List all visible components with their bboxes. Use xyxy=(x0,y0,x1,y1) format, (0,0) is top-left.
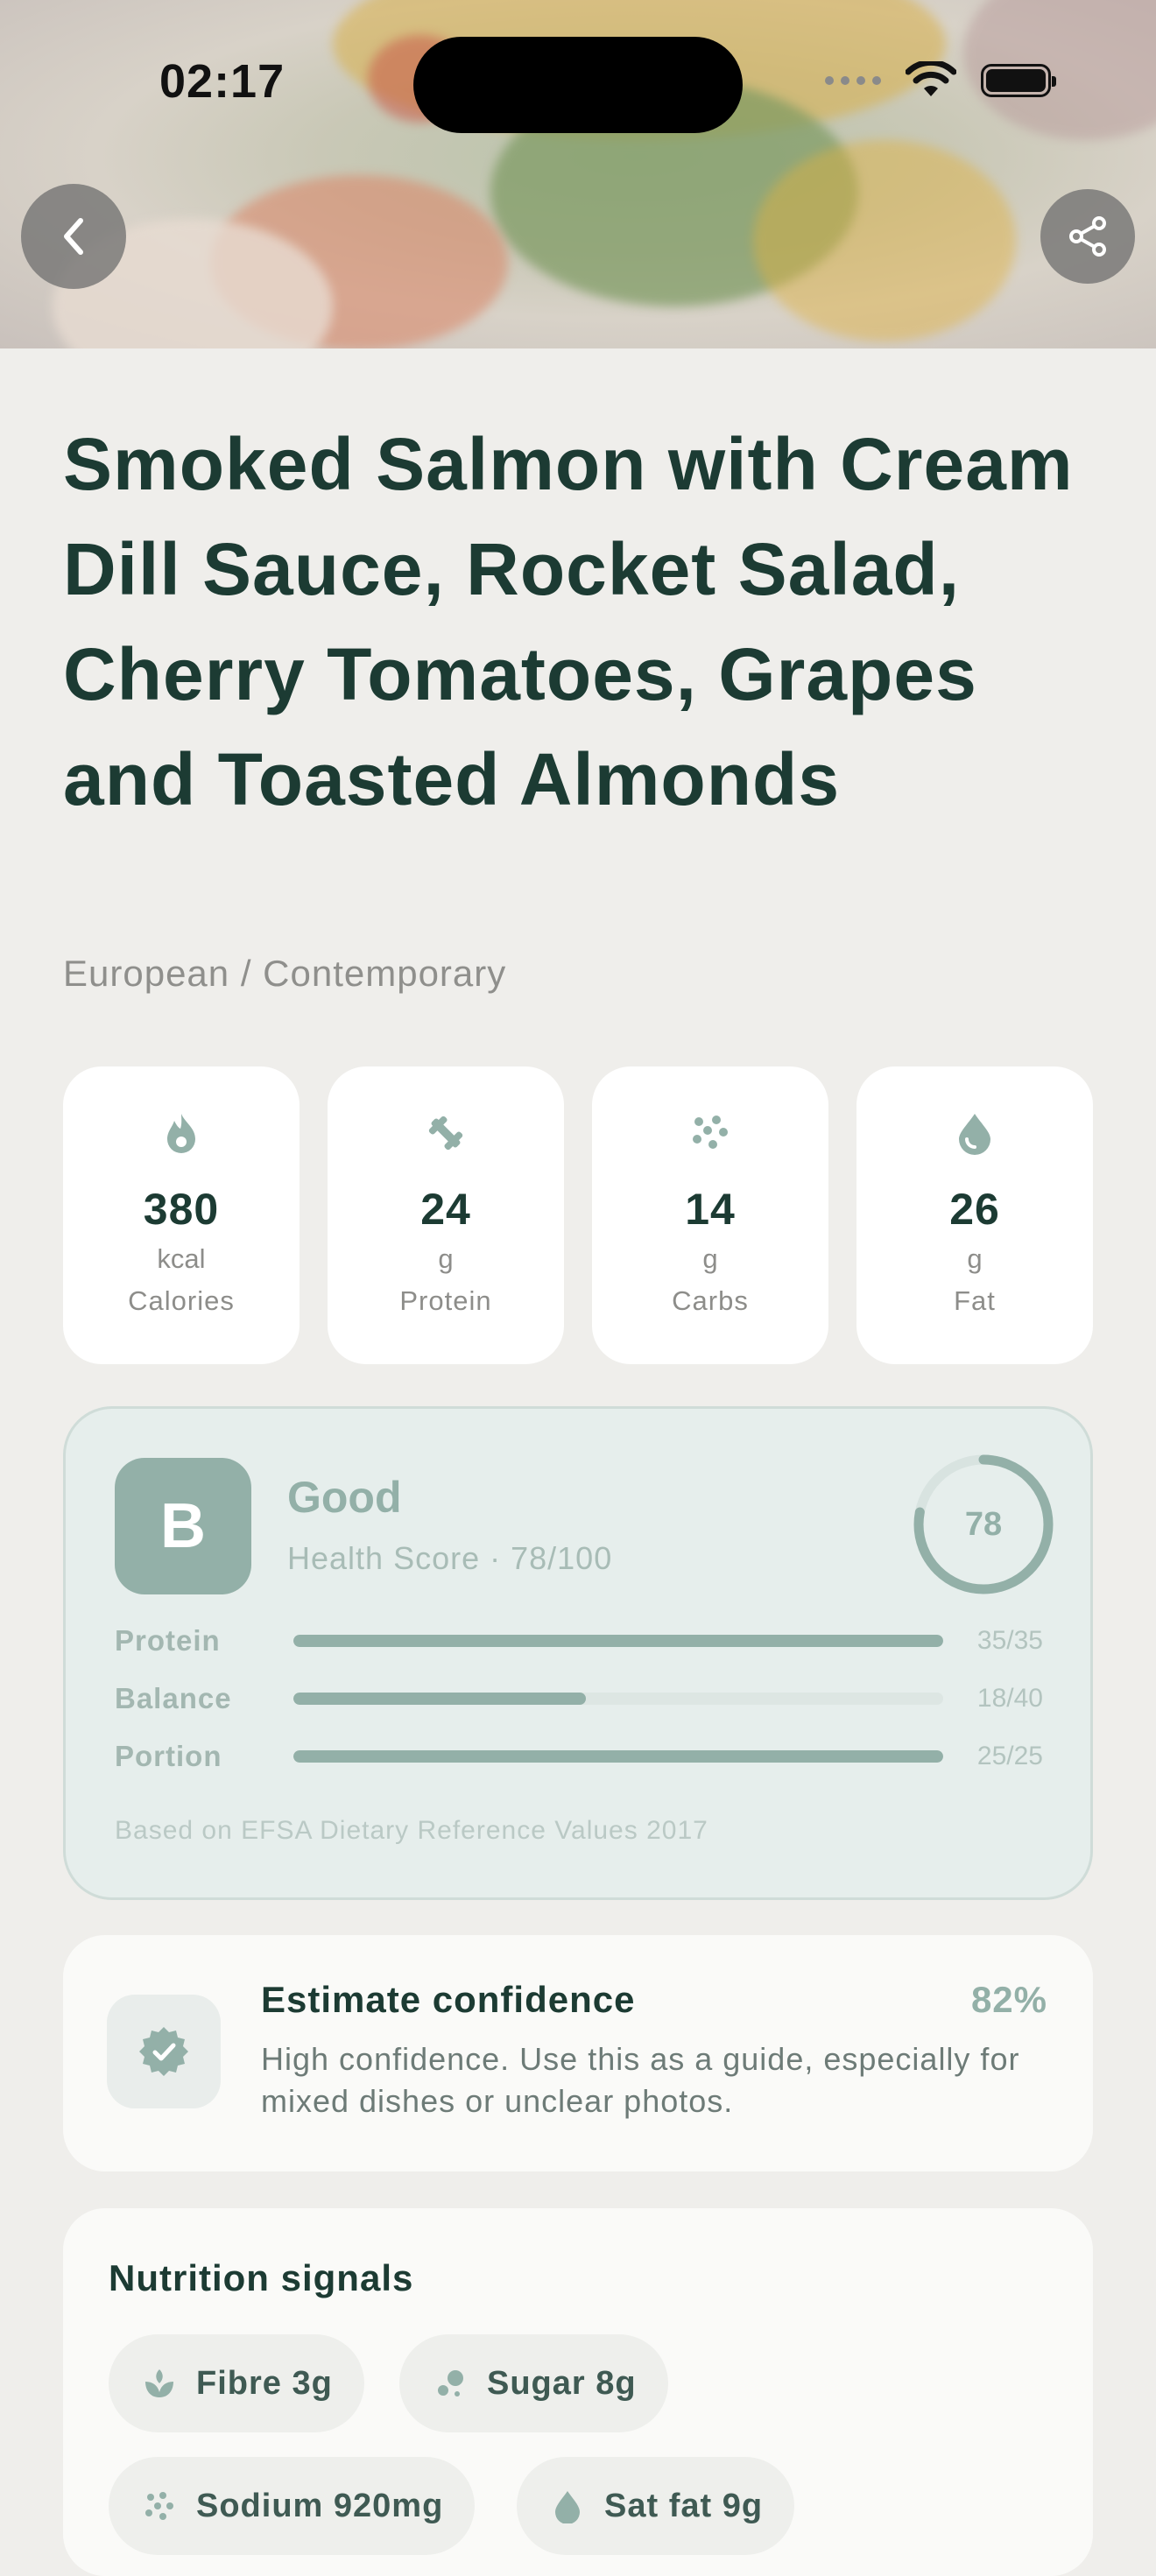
macro-cards: 380 kcal Calories 24 g Protein 14 g Carb… xyxy=(63,1066,1093,1364)
macro-card-carbs: 14 g Carbs xyxy=(592,1066,828,1364)
signals-title: Nutrition signals xyxy=(109,2257,414,2298)
wifi-icon xyxy=(906,61,956,96)
leaf-icon xyxy=(145,2369,173,2397)
fat-value: 26 xyxy=(949,1185,1000,1234)
bar-fill xyxy=(293,1693,586,1705)
nutrition-signals-card: Nutrition signals Fibre 3g Sugar 8g Sodi… xyxy=(63,2208,1093,2576)
calories-label: Calories xyxy=(128,1285,235,1316)
protein-label: Protein xyxy=(399,1285,492,1316)
status-icons xyxy=(825,61,1056,100)
calories-value: 380 xyxy=(143,1185,220,1234)
cuisine-label: European / Contemporary xyxy=(63,953,507,994)
carbs-unit: g xyxy=(702,1243,718,1274)
bar-value: 25/25 xyxy=(976,1742,1043,1770)
sugar-icon xyxy=(438,2370,463,2397)
carbs-label: Carbs xyxy=(672,1285,749,1316)
score-ring-value: 78 xyxy=(964,1505,1003,1543)
flame-icon xyxy=(160,1112,202,1154)
signal-label: Fibre 3g xyxy=(196,2364,333,2402)
grain-icon xyxy=(689,1112,731,1154)
bar-label: Portion xyxy=(115,1740,222,1772)
battery-icon xyxy=(981,64,1056,97)
signal-label: Sat fat 9g xyxy=(604,2487,764,2524)
confidence-description: High confidence. Use this as a guide, es… xyxy=(261,2041,1020,2119)
signal-pill-sodium[interactable]: Sodium 920mg xyxy=(109,2457,476,2555)
bar-track xyxy=(293,1635,943,1647)
score-source-note: Based on EFSA Dietary Reference Values 2… xyxy=(115,1816,708,1845)
macro-card-fat: 26 g Fat xyxy=(856,1066,1093,1364)
bar-track xyxy=(293,1693,943,1705)
bar-value: 18/40 xyxy=(976,1684,1043,1713)
confidence-title: Estimate confidence xyxy=(261,1979,636,2020)
bar-label: Balance xyxy=(115,1682,232,1714)
bar-track xyxy=(293,1750,943,1763)
confidence-card: Estimate confidence 82% High confidence.… xyxy=(63,1935,1093,2171)
signal-pill-sugar[interactable]: Sugar 8g xyxy=(399,2334,668,2432)
score-bar-portion: Portion 25/25 xyxy=(115,1735,1043,1778)
macro-card-protein: 24 g Protein xyxy=(328,1066,564,1364)
meal-title: Smoked Salmon with Cream Dill Sauce, Roc… xyxy=(63,423,1074,820)
fat-label: Fat xyxy=(954,1285,996,1316)
droplet-icon xyxy=(954,1112,996,1155)
bar-fill xyxy=(293,1635,943,1647)
protein-unit: g xyxy=(438,1243,454,1274)
bar-label: Protein xyxy=(115,1624,221,1657)
share-icon xyxy=(1069,216,1106,257)
status-time: 02:17 xyxy=(159,55,285,108)
verified-badge-icon xyxy=(139,2027,188,2076)
share-button[interactable] xyxy=(1040,189,1135,284)
signal-pill-sat-fat[interactable]: Sat fat 9g xyxy=(517,2457,795,2555)
score-bar-protein: Protein 35/35 xyxy=(115,1619,1043,1663)
confidence-icon-box xyxy=(107,1995,221,2108)
signal-pill-fibre[interactable]: Fibre 3g xyxy=(109,2334,364,2432)
signal-label: Sodium 920mg xyxy=(196,2487,444,2524)
fat-unit: g xyxy=(967,1243,983,1274)
score-bar-balance: Balance 18/40 xyxy=(115,1677,1043,1721)
dumbbell-icon xyxy=(425,1112,467,1154)
salt-icon xyxy=(145,2492,173,2520)
bar-value: 35/35 xyxy=(976,1626,1043,1655)
signal-label: Sugar 8g xyxy=(487,2364,637,2402)
signal-dots-icon xyxy=(825,76,881,85)
score-label: Good xyxy=(287,1473,402,1522)
dynamic-island xyxy=(413,37,743,133)
score-subtitle: Health Score · 78/100 xyxy=(287,1540,613,1576)
fat-drop-icon xyxy=(555,2491,580,2523)
calories-unit: kcal xyxy=(157,1243,206,1274)
health-score-card[interactable]: B Good Health Score · 78/100 78 Protein … xyxy=(63,1406,1093,1900)
bar-fill xyxy=(293,1750,943,1763)
back-button[interactable] xyxy=(21,184,126,289)
carbs-value: 14 xyxy=(685,1185,736,1234)
macro-card-calories: 380 kcal Calories xyxy=(63,1066,300,1364)
grade-badge: B xyxy=(115,1458,251,1594)
chevron-left-icon xyxy=(64,218,83,255)
protein-value: 24 xyxy=(420,1185,471,1234)
confidence-percent: 82% xyxy=(970,1979,1047,2020)
